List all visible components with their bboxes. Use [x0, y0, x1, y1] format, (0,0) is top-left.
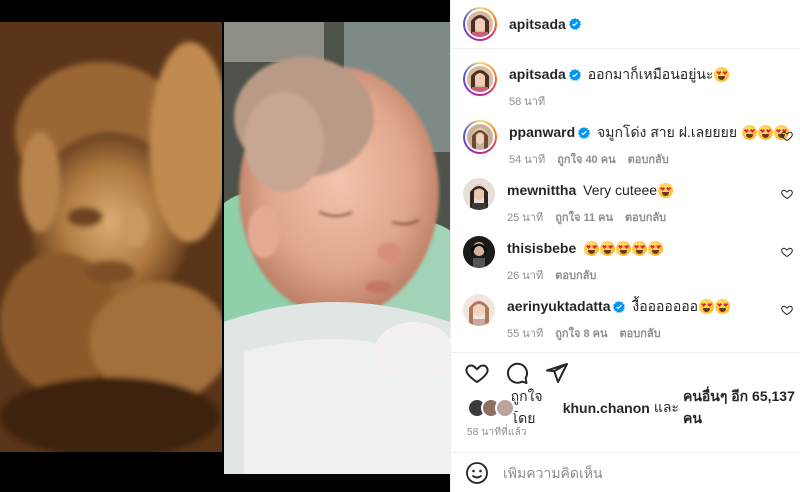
reply-button[interactable]: ตอบกลับ [625, 208, 666, 226]
share-icon[interactable] [545, 361, 569, 385]
reply-button[interactable]: ตอบกลับ [628, 150, 669, 168]
commenter-avatar[interactable] [463, 178, 495, 210]
comment-username[interactable]: ppanward [509, 124, 575, 140]
reply-button[interactable]: ตอบกลับ [620, 324, 661, 342]
liked-by-prefix: ถูกใจโดย [510, 388, 543, 426]
author-avatar[interactable] [463, 7, 497, 41]
post-side-panel: apitsada apitsada ออกมาก็เหมือนอยู่นะ 58 [450, 0, 800, 492]
liked-by-user[interactable]: khun.chanon [563, 400, 650, 416]
comment-text: Very cuteee [583, 182, 658, 198]
comment-input[interactable] [503, 464, 773, 481]
comment-text: จมูกโด่ง สาย ฝ.เลยยยย [597, 124, 741, 140]
heart-icon[interactable] [781, 304, 793, 316]
liked-by-middle: และ [653, 399, 679, 415]
comment-item: mewnittha Very cuteee 25 นาที ถูกใจ 11 ค… [463, 178, 793, 226]
verified-icon [568, 18, 581, 30]
caption-time: 58 นาที [509, 96, 546, 108]
heart-icon[interactable] [781, 130, 793, 142]
commenter-avatar[interactable] [463, 236, 495, 268]
post-header: apitsada [451, 0, 800, 49]
comment-item: aerinyuktadatta งื้อออออออ 55 นาที ถูกใจ… [463, 294, 793, 342]
post-timestamp[interactable]: 58 นาทีที่แล้ว [467, 425, 527, 440]
comment-icon[interactable] [505, 361, 529, 385]
comment-time: 55 นาที [507, 328, 544, 340]
comment-time: 25 นาที [507, 212, 544, 224]
heart-eyes-emoji [658, 183, 674, 198]
comment-username[interactable]: mewnittha [507, 182, 576, 198]
comment-likes[interactable]: ถูกใจ 8 คน [555, 324, 607, 342]
instagram-post-view: apitsada apitsada ออกมาก็เหมือนอยู่นะ 58 [0, 0, 800, 492]
heart-eyes-emoji [600, 241, 616, 256]
comment-username[interactable]: aerinyuktadatta [507, 298, 610, 314]
heart-eyes-emoji [648, 241, 664, 256]
emoji-icon[interactable] [465, 461, 489, 485]
liked-by-others[interactable]: คนอื่นๆ อีก 65,137 คน [683, 386, 797, 430]
caption-avatar[interactable] [463, 62, 497, 96]
comment-time: 26 นาที [507, 270, 544, 282]
heart-eyes-emoji [584, 241, 600, 256]
liked-by-line: ถูกใจโดย khun.chanon และ คนอื่นๆ อีก 65,… [467, 388, 797, 426]
comment-likes[interactable]: ถูกใจ 11 คน [555, 208, 613, 226]
heart-eyes-emoji [715, 299, 731, 314]
comments-list: apitsada ออกมาก็เหมือนอยู่นะ 58 นาที ppa… [451, 50, 800, 350]
newborn-photo [224, 22, 450, 474]
post-caption: apitsada ออกมาก็เหมือนอยู่นะ 58 นาที [463, 62, 793, 110]
heart-icon[interactable] [781, 246, 793, 258]
commenter-avatar[interactable] [463, 294, 495, 326]
liker-avatars[interactable] [467, 398, 515, 418]
author-username[interactable]: apitsada [509, 16, 566, 32]
smiling-emoji [699, 299, 715, 314]
like-heart-icon[interactable] [465, 361, 489, 385]
reply-button[interactable]: ตอบกลับ [555, 266, 596, 284]
caption-username[interactable]: apitsada [509, 66, 566, 82]
commenter-avatar[interactable] [463, 120, 497, 154]
heart-eyes-emoji [616, 241, 632, 256]
heart-eyes-emoji [741, 125, 757, 140]
heart-icon[interactable] [781, 188, 793, 200]
comment-likes[interactable]: ถูกใจ 40 คน [557, 150, 615, 168]
verified-icon [578, 127, 591, 139]
ultrasound-image [0, 22, 222, 452]
post-media[interactable] [0, 0, 450, 492]
comment-time: 54 นาที [509, 154, 546, 166]
heart-eyes-emoji [632, 241, 648, 256]
comment-text: งื้อออออออ [632, 298, 699, 314]
comment-item: ppanward จมูกโด่ง สาย ฝ.เลยยยย 54 นาที ถ… [463, 120, 793, 168]
heart-eyes-emoji [714, 67, 730, 82]
verified-icon [613, 301, 626, 313]
comment-item: thisisbebe 26 นาที ตอบกลับ [463, 236, 793, 284]
comment-username[interactable]: thisisbebe [507, 240, 576, 256]
heart-eyes-emoji [757, 125, 773, 140]
caption-text: ออกมาก็เหมือนอยู่นะ [587, 66, 714, 82]
add-comment-bar [451, 452, 800, 492]
verified-icon [568, 69, 581, 81]
